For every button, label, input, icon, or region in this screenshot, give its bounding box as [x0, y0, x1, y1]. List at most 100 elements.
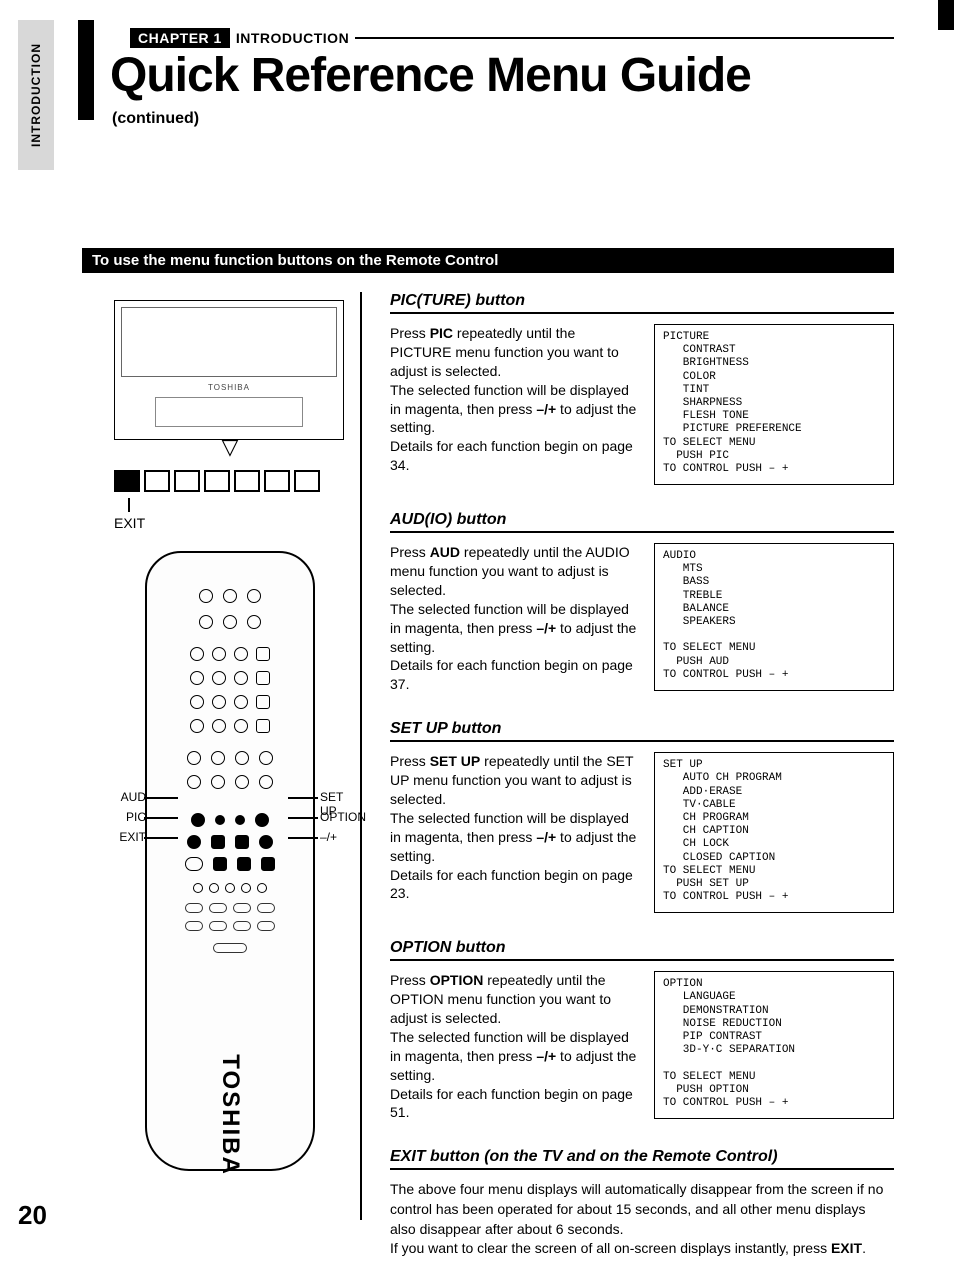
remote-button[interactable]	[235, 835, 249, 849]
remote-brand: TOSHIBA	[147, 1101, 313, 1129]
remote-option-button[interactable]	[259, 835, 273, 849]
remote-button[interactable]	[235, 815, 245, 825]
remote-button[interactable]	[225, 883, 235, 893]
remote-button[interactable]	[187, 775, 201, 789]
remote-button[interactable]	[235, 751, 249, 765]
continued-label: (continued)	[112, 110, 199, 128]
remote-button[interactable]	[234, 671, 248, 685]
remote-row	[147, 883, 313, 893]
remote-button[interactable]	[213, 857, 227, 871]
remote-numpad-row	[147, 671, 313, 685]
remote-button[interactable]	[237, 857, 251, 871]
down-arrow-icon: ▽	[110, 438, 350, 456]
remote-button[interactable]	[212, 719, 226, 733]
remote-button[interactable]	[190, 719, 204, 733]
remote-button[interactable]	[185, 921, 203, 931]
pic-section: PIC(TURE) button Press PIC repeatedly un…	[390, 292, 894, 485]
tv-button[interactable]	[174, 470, 200, 492]
setup-section: SET UP button Press SET UP repeatedly un…	[390, 720, 894, 913]
remote-row	[147, 615, 313, 629]
remote-button[interactable]	[187, 751, 201, 765]
remote-button[interactable]	[212, 695, 226, 709]
callout-line	[288, 817, 318, 819]
side-tab-label: INTRODUCTION	[29, 43, 43, 147]
tv-exit-button[interactable]	[114, 470, 140, 492]
remote-numpad-row	[147, 695, 313, 709]
remote-button[interactable]	[193, 883, 203, 893]
remote-button[interactable]	[209, 921, 227, 931]
pic-osd-panel: PICTURE CONTRAST BRIGHTNESS COLOR TINT S…	[654, 324, 894, 485]
exit-section: EXIT button (on the TV and on the Remote…	[390, 1148, 894, 1258]
left-column: TOSHIBA ▽ EXIT	[110, 300, 350, 1171]
remote-button[interactable]	[233, 903, 251, 913]
remote-button[interactable]	[259, 775, 273, 789]
title-accent-bar	[78, 20, 94, 120]
aud-heading: AUD(IO) button	[390, 511, 894, 533]
tv-button[interactable]	[204, 470, 230, 492]
remote-vol-up[interactable]	[256, 647, 270, 661]
exit-heading: EXIT button (on the TV and on the Remote…	[390, 1148, 894, 1170]
remote-button[interactable]	[212, 647, 226, 661]
remote-row	[147, 943, 313, 953]
remote-button[interactable]	[234, 695, 248, 709]
text-bold: OPTION	[430, 972, 484, 988]
remote-vol-down[interactable]	[256, 671, 270, 685]
remote-button[interactable]	[211, 751, 225, 765]
remote-button[interactable]	[199, 615, 213, 629]
remote-button[interactable]	[257, 883, 267, 893]
remote-button[interactable]	[234, 647, 248, 661]
remote-button[interactable]	[223, 589, 237, 603]
remote-exit-label: EXIT	[110, 830, 146, 844]
remote-button[interactable]	[211, 775, 225, 789]
remote-button[interactable]	[190, 671, 204, 685]
tv-button[interactable]	[144, 470, 170, 492]
text-bold: –/+	[536, 401, 556, 417]
remote-button[interactable]	[259, 751, 273, 765]
remote-button[interactable]	[185, 903, 203, 913]
tv-button[interactable]	[264, 470, 290, 492]
remote-button[interactable]	[247, 615, 261, 629]
remote-button[interactable]	[257, 921, 275, 931]
remote-pic-button[interactable]	[187, 835, 201, 849]
remote-button[interactable]	[257, 903, 275, 913]
remote-numpad-row	[147, 719, 313, 733]
remote-button[interactable]	[209, 903, 227, 913]
remote-row	[147, 775, 313, 789]
remote-row	[147, 589, 313, 603]
remote-button[interactable]	[233, 921, 251, 931]
remote-button[interactable]	[209, 883, 219, 893]
tv-button[interactable]	[234, 470, 260, 492]
remote-ch-down[interactable]	[256, 719, 270, 733]
remote-button[interactable]	[211, 835, 225, 849]
remote-button[interactable]	[212, 671, 226, 685]
remote-aud-button[interactable]	[191, 813, 205, 827]
remote-button[interactable]	[190, 647, 204, 661]
remote-ch-up[interactable]	[256, 695, 270, 709]
text-bold: –/+	[536, 1048, 556, 1064]
aud-section: AUD(IO) button Press AUD repeatedly unti…	[390, 511, 894, 694]
remote-button[interactable]	[235, 775, 249, 789]
remote-button[interactable]	[247, 589, 261, 603]
remote-pm-button[interactable]	[261, 857, 275, 871]
tv-brand-label: TOSHIBA	[115, 383, 343, 392]
remote-brand-label: TOSHIBA	[216, 1054, 244, 1176]
page-corner-mark	[938, 0, 954, 30]
tv-button-row	[114, 470, 350, 492]
remote-setup-button[interactable]	[255, 813, 269, 827]
tv-screen	[121, 307, 337, 377]
remote-button[interactable]	[223, 615, 237, 629]
remote-button[interactable]	[215, 815, 225, 825]
remote-button[interactable]	[234, 719, 248, 733]
remote-button[interactable]	[213, 943, 247, 953]
remote-button[interactable]	[190, 695, 204, 709]
chapter-number-box: CHAPTER 1	[130, 28, 230, 48]
tv-button[interactable]	[294, 470, 320, 492]
setup-heading: SET UP button	[390, 720, 894, 742]
remote-button[interactable]	[199, 589, 213, 603]
side-tab: INTRODUCTION	[18, 20, 54, 170]
text: Press	[390, 325, 430, 341]
remote-exit-button[interactable]	[185, 857, 203, 871]
remote-button[interactable]	[241, 883, 251, 893]
remote-aud-label: AUD	[110, 790, 146, 804]
chapter-row: CHAPTER 1 INTRODUCTION	[130, 28, 894, 48]
